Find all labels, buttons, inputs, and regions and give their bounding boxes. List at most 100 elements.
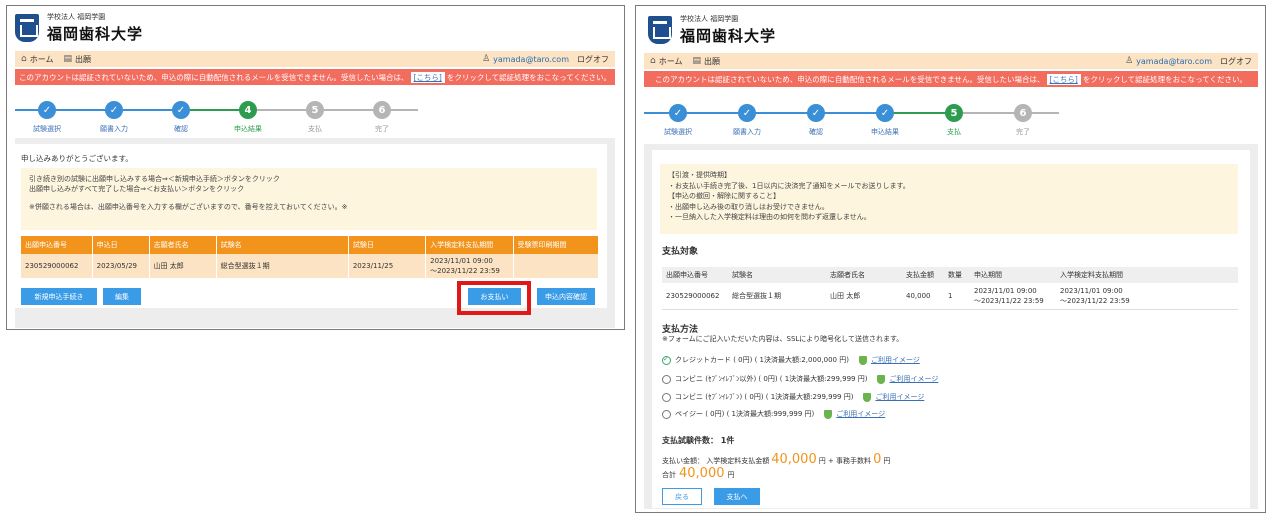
radio[interactable] bbox=[662, 409, 671, 419]
check-icon: ✓ bbox=[876, 104, 894, 122]
table-row: 230529000062 2023/05/29 山田 太郎 総合型選抜１期 20… bbox=[21, 254, 600, 278]
shield-icon bbox=[824, 409, 833, 419]
logout-link[interactable]: ログオフ bbox=[577, 54, 609, 65]
usage-image-link[interactable]: ご利用イメージ bbox=[836, 409, 885, 419]
logout-link[interactable]: ログオフ bbox=[1220, 56, 1252, 67]
step-label: 完了 bbox=[1016, 128, 1030, 136]
shield-icon bbox=[858, 355, 867, 365]
method-convenience-seven[interactable]: コンビニ (ｾﾌﾞﾝｲﾚﾌﾞﾝ) ( 0円) ( 1決済最大額:299,999 … bbox=[662, 392, 924, 402]
col-app-no: 出願申込番号 bbox=[21, 236, 93, 254]
step-4: ✓ 申込結果 bbox=[855, 104, 915, 137]
right-screenshot: 学校法人 福岡学園 福岡歯科大学 ⌂ ホーム ▤ 出願 ♙ yamada@taro.c… bbox=[635, 5, 1266, 513]
new-application-button[interactable]: 新規申込手続き bbox=[21, 288, 97, 305]
col-pay-period: 入学検定料支払期間 bbox=[425, 236, 514, 254]
exam-fee-amount: 40,000 bbox=[771, 452, 817, 467]
auth-link[interactable]: [こちら] bbox=[1046, 73, 1081, 85]
check-icon: ✓ bbox=[38, 101, 56, 119]
user-email[interactable]: ♙ yamada@taro.com bbox=[1125, 56, 1212, 66]
step-label: 願書入力 bbox=[733, 128, 761, 136]
back-button[interactable]: 戻る bbox=[662, 488, 702, 505]
home-icon: ⌂ bbox=[21, 54, 27, 64]
ssl-note: ※フォームにご記入いただいた内容は、SSLにより暗号化して送信されます。 bbox=[662, 335, 904, 343]
col-date: 申込日 bbox=[92, 236, 150, 254]
nav-apply[interactable]: ▤ 出願 bbox=[692, 56, 720, 67]
step-label: 完了 bbox=[375, 125, 389, 133]
step-label: 申込結果 bbox=[871, 128, 899, 136]
thanks-message: 申し込みありがとうございます。 bbox=[21, 154, 133, 163]
radio[interactable] bbox=[662, 374, 671, 384]
step-number: 5 bbox=[945, 104, 963, 122]
method-convenience-other[interactable]: コンビニ (ｾﾌﾞﾝｲﾚﾌﾞﾝ以外) ( 0円) ( 1決済最大額:299,99… bbox=[662, 374, 938, 384]
check-icon: ✓ bbox=[738, 104, 756, 122]
progress-steps: ✓ 試験選択 ✓ 願書入力 ✓ 確認 ✓ 申込結果 5 支払 6 完了 bbox=[644, 104, 1258, 144]
method-credit-card[interactable]: クレジットカード ( 0円) ( 1決済最大額:2,000,000 円) ご利用… bbox=[662, 355, 920, 365]
col-exam-date: 試験日 bbox=[348, 236, 427, 254]
check-icon: ✓ bbox=[105, 101, 123, 119]
radio-checked[interactable] bbox=[662, 355, 671, 365]
handling-fee-amount: 0 bbox=[873, 452, 882, 467]
confirm-application-button[interactable]: 申込内容確認 bbox=[537, 288, 595, 305]
highlight-box bbox=[457, 281, 531, 315]
logo-title: 福岡歯科大学 bbox=[47, 25, 144, 43]
total-line: 合計 40,000 円 bbox=[662, 466, 735, 481]
logo-title: 福岡歯科大学 bbox=[680, 27, 777, 45]
instruction-notice: 引き続き別の試験に出願申し込みする場合⇒＜新規申込手続＞ボタンをクリック 出願申… bbox=[21, 168, 597, 230]
check-icon: ✓ bbox=[807, 104, 825, 122]
step-2: ✓ 願書入力 bbox=[717, 104, 777, 137]
user-email[interactable]: ♙ yamada@taro.com bbox=[482, 54, 569, 64]
step-number: 5 bbox=[306, 101, 324, 119]
step-label: 支払 bbox=[947, 128, 961, 136]
nav-home[interactable]: ⌂ ホーム bbox=[650, 56, 682, 67]
payment-target-title: 支払対象 bbox=[662, 247, 699, 257]
auth-alert: このアカウントは認証されていないため、申込の際に自動配信されるメールを受信できま… bbox=[15, 69, 615, 85]
document-icon: ▤ bbox=[63, 54, 72, 64]
logo-subtitle: 学校法人 福岡学園 bbox=[47, 13, 106, 21]
usage-image-link[interactable]: ご利用イメージ bbox=[871, 355, 920, 365]
application-table: 出願申込番号 申込日 志願者氏名 試験名 試験日 入学検定料支払期間 受験票印刷… bbox=[21, 236, 600, 278]
step-number: 6 bbox=[1014, 104, 1032, 122]
step-3: ✓ 確認 bbox=[151, 101, 211, 134]
col-name: 志願者氏名 bbox=[149, 236, 217, 254]
exam-count: 支払試験件数： 1件 bbox=[662, 436, 735, 445]
auth-alert: このアカウントは認証されていないため、申込の際に自動配信されるメールを受信できま… bbox=[644, 71, 1258, 87]
nav-home[interactable]: ⌂ ホーム bbox=[21, 54, 53, 65]
usage-image-link[interactable]: ご利用イメージ bbox=[875, 392, 924, 402]
payment-amount-line: 支払い金額： 入学検定料支払金額 40,000 円 + 事務手数料 0 円 bbox=[662, 452, 891, 467]
university-logo[interactable]: 学校法人 福岡学園 福岡歯科大学 bbox=[15, 12, 143, 44]
step-label: 確認 bbox=[809, 128, 823, 136]
usage-image-link[interactable]: ご利用イメージ bbox=[889, 374, 938, 384]
step-1: ✓ 試験選択 bbox=[648, 104, 708, 137]
check-icon: ✓ bbox=[669, 104, 687, 122]
university-logo[interactable]: 学校法人 福岡学園 福岡歯科大学 bbox=[648, 14, 776, 46]
step-6: 6 完了 bbox=[993, 104, 1053, 137]
col-exam: 試験名 bbox=[216, 236, 349, 254]
shield-icon bbox=[877, 374, 886, 384]
step-label: 願書入力 bbox=[100, 125, 128, 133]
header-bar: ⌂ ホーム ▤ 出願 ♙ yamada@taro.com ログオフ bbox=[15, 51, 615, 67]
shield-icon bbox=[863, 392, 872, 402]
step-label: 確認 bbox=[174, 125, 188, 133]
auth-link[interactable]: [こちら] bbox=[410, 71, 445, 83]
proceed-payment-button[interactable]: 支払へ bbox=[714, 488, 760, 505]
step-label: 試験選択 bbox=[33, 125, 61, 133]
radio[interactable] bbox=[662, 392, 671, 402]
step-1: ✓ 試験選択 bbox=[17, 101, 77, 134]
step-number: 6 bbox=[373, 101, 391, 119]
step-5: 5 支払 bbox=[924, 104, 984, 137]
user-icon: ♙ bbox=[1125, 56, 1134, 66]
user-icon: ♙ bbox=[482, 54, 491, 64]
edit-button[interactable]: 編集 bbox=[103, 288, 141, 305]
progress-steps: ✓ 試験選択 ✓ 願書入力 ✓ 確認 4 申込結果 5 支払 6 完了 bbox=[15, 101, 615, 141]
step-number: 4 bbox=[239, 101, 257, 119]
step-6: 6 完了 bbox=[352, 101, 412, 134]
total-amount: 40,000 bbox=[679, 466, 725, 481]
method-payeasy[interactable]: ペイジー ( 0円) ( 1決済最大額:999,999 円) ご利用イメージ bbox=[662, 409, 885, 419]
step-label: 申込結果 bbox=[234, 125, 262, 133]
home-icon: ⌂ bbox=[650, 56, 656, 66]
step-label: 支払 bbox=[308, 125, 322, 133]
step-3: ✓ 確認 bbox=[786, 104, 846, 137]
emblem-icon bbox=[648, 16, 672, 44]
nav-apply[interactable]: ▤ 出願 bbox=[63, 54, 91, 65]
emblem-icon bbox=[15, 14, 39, 42]
step-label: 試験選択 bbox=[664, 128, 692, 136]
